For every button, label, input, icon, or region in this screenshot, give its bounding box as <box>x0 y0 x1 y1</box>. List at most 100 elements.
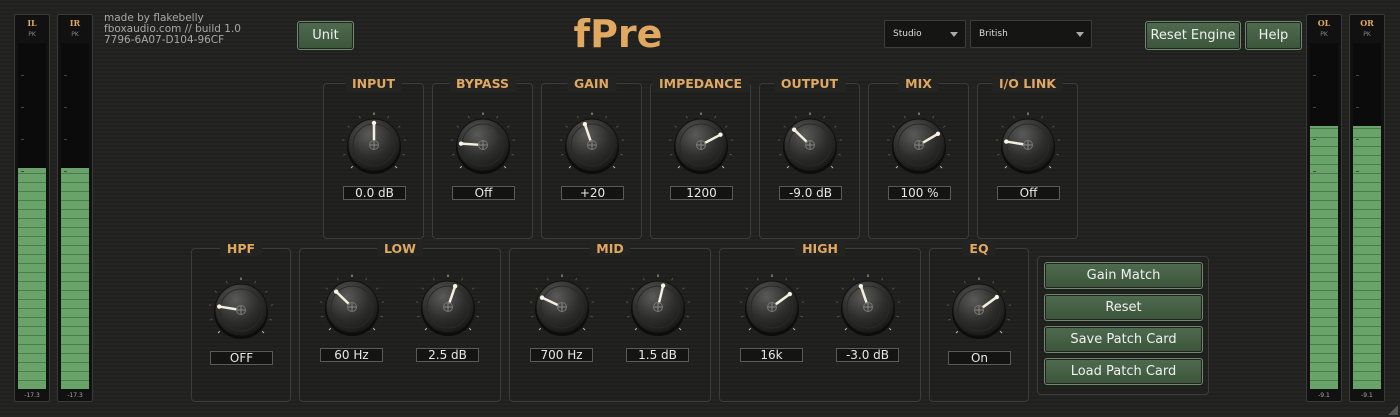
knob-tick <box>372 327 376 331</box>
knob-tick <box>456 125 460 128</box>
knob-pointer-tip <box>539 295 545 300</box>
knob-tick <box>963 280 966 284</box>
knob-tick <box>800 315 804 318</box>
low-freq-knob[interactable] <box>319 274 385 340</box>
knob-graphic <box>739 274 805 336</box>
high-freq-knob[interactable] <box>739 274 805 340</box>
mid-gain-value[interactable]: 1.5 dB <box>626 348 689 362</box>
knob-tick <box>626 315 630 318</box>
knob-tick <box>328 327 332 331</box>
knob[interactable] <box>450 112 516 178</box>
high-freq-value[interactable]: 16k <box>740 348 803 362</box>
knob-tick <box>538 327 542 331</box>
knob-graphic <box>946 277 1012 339</box>
knob-value[interactable]: 1200 <box>670 186 733 200</box>
input-right-meter: IR PK -17.3 <box>57 14 93 402</box>
knob-tick <box>365 277 368 281</box>
save-patch-card-button[interactable]: Save Patch Card <box>1044 326 1203 353</box>
knob-pointer-tip <box>582 121 588 127</box>
knob-graphic <box>777 112 843 174</box>
hpf-value[interactable]: OFF <box>210 351 273 365</box>
eq-knob[interactable] <box>946 277 1012 343</box>
info-serial: 7796-6A07-D104-96CF <box>104 34 225 46</box>
panel-title: IMPEDANCE <box>651 76 750 91</box>
knob-tick <box>888 327 892 331</box>
load-patch-card-button[interactable]: Load Patch Card <box>1044 358 1203 385</box>
high-gain-value[interactable]: -3.0 dB <box>836 348 899 362</box>
hpf-knob[interactable] <box>208 277 274 343</box>
meter-tick <box>1356 171 1359 172</box>
knob-value[interactable]: 0.0 dB <box>343 186 406 200</box>
meter-fill <box>1310 126 1338 389</box>
knob-tick <box>947 318 951 321</box>
knob-tick <box>394 165 398 169</box>
eq-value[interactable]: On <box>948 351 1011 365</box>
meter-label: OR <box>1360 18 1374 28</box>
knob-tick <box>468 327 472 331</box>
knob-tick <box>387 115 390 119</box>
knob-graphic <box>208 277 274 339</box>
meter-peak-label[interactable]: PK <box>58 31 92 38</box>
meter-label: OL <box>1317 18 1331 28</box>
low-title: LOW <box>377 241 423 256</box>
low-gain-value[interactable]: 2.5 dB <box>416 348 479 362</box>
top-panel-mix: MIX 100 % <box>868 76 969 239</box>
knob-pointer-tip <box>792 127 797 132</box>
knob-tick <box>565 125 569 128</box>
knob-value[interactable]: -9.0 dB <box>779 186 842 200</box>
knob-pointer-tip <box>994 294 999 300</box>
low-freq-value[interactable]: 60 Hz <box>320 348 383 362</box>
panel-title: I/O LINK <box>992 76 1063 91</box>
meter-tick <box>21 75 24 76</box>
knob[interactable] <box>995 112 1061 178</box>
knob-tick <box>575 277 578 281</box>
unit-button[interactable]: Unit <box>297 21 354 50</box>
knob-pointer-tip <box>1004 139 1009 144</box>
meter-peak-label[interactable]: PK <box>15 31 49 38</box>
knob-graphic <box>835 274 901 336</box>
mid-freq-knob[interactable] <box>529 274 595 340</box>
knob-pointer-tip <box>458 141 464 146</box>
input-left-meter: IL PK -17.3 <box>14 14 50 402</box>
knob[interactable] <box>777 112 843 178</box>
reset-button[interactable]: Reset <box>1044 294 1203 321</box>
knob-tick <box>264 290 268 293</box>
knob[interactable] <box>668 112 734 178</box>
knob-tick <box>459 165 463 169</box>
preset-select-left[interactable]: Studio <box>884 20 966 48</box>
gain-match-button[interactable]: Gain Match <box>1044 262 1203 289</box>
knob-pointer-tip <box>334 289 339 294</box>
resize-handle[interactable] <box>1388 405 1398 415</box>
mid-gain-knob[interactable] <box>625 274 691 340</box>
knob-tick <box>795 287 799 290</box>
knob-tick <box>461 277 464 281</box>
knob-value[interactable]: Off <box>452 186 515 200</box>
meter-tick <box>64 75 67 76</box>
knob[interactable] <box>886 112 952 178</box>
knob-tick <box>785 277 788 281</box>
knob-tick <box>895 165 899 169</box>
knob-tick <box>724 125 728 128</box>
knob-value[interactable]: Off <box>997 186 1060 200</box>
meter-peak-label[interactable]: PK <box>1307 31 1341 38</box>
knob-tick <box>838 153 842 156</box>
knob[interactable] <box>341 112 407 178</box>
panel-title: GAIN <box>566 76 617 91</box>
meter-tick <box>21 171 24 172</box>
low-gain-knob[interactable] <box>415 274 481 340</box>
reset-engine-button[interactable]: Reset Engine <box>1145 21 1241 50</box>
help-button[interactable]: Help <box>1245 21 1302 50</box>
meter-peak-label[interactable]: PK <box>1350 31 1384 38</box>
knob-value[interactable]: 100 % <box>888 186 951 200</box>
knob-value[interactable]: +20 <box>561 186 624 200</box>
mid-freq-value[interactable]: 700 Hz <box>530 348 593 362</box>
knob-tick <box>841 287 845 290</box>
high-gain-knob[interactable] <box>835 274 901 340</box>
knob-tick <box>939 165 943 169</box>
hpf-title: HPF <box>219 241 263 256</box>
knob-tick <box>992 280 995 284</box>
knob-tick <box>792 327 796 331</box>
knob-tick <box>778 153 782 156</box>
preset-select-right[interactable]: British <box>970 20 1092 48</box>
knob[interactable] <box>559 112 625 178</box>
